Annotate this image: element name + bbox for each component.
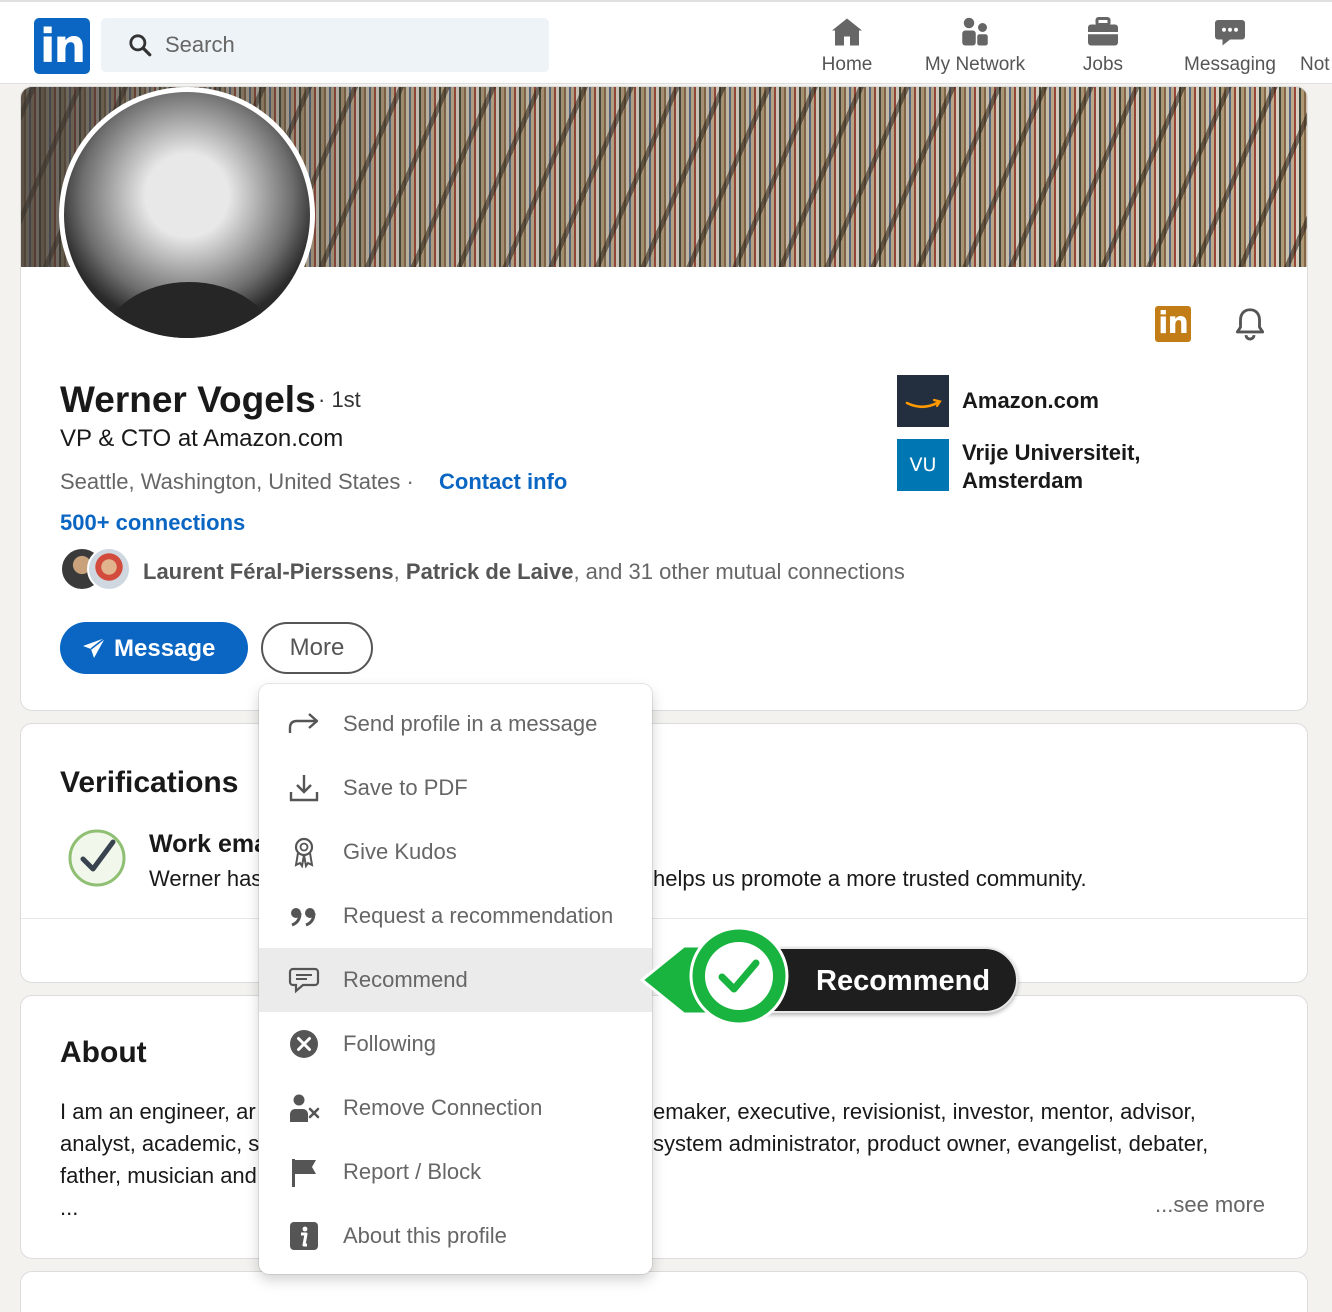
menu-item-request-recommendation[interactable]: Request a recommendation: [259, 884, 652, 948]
search-icon: [129, 34, 152, 57]
about-line: system administrator, product owner, eva…: [653, 1131, 1209, 1156]
callout-label: Recommend: [816, 965, 991, 997]
nav-home-label: Home: [821, 54, 873, 75]
top-navigation: in Home My Network Jobs Messaging Not: [0, 0, 1332, 84]
about-line: emaker, executive, revisionist, investor…: [653, 1099, 1196, 1124]
bell-icon: [1300, 14, 1332, 50]
about-text-left: I am an engineer, ar analyst, academic, …: [60, 1096, 259, 1224]
about-line: analyst, academic, s: [60, 1131, 260, 1156]
company-name: Amazon.com: [962, 388, 1099, 413]
callout-checkmark-icon: [689, 926, 789, 1026]
menu-item-label: Remove Connection: [343, 1095, 543, 1120]
network-icon: [962, 17, 988, 46]
nav-jobs-label: Jobs: [1082, 54, 1124, 75]
profile-location: Seattle, Washington, United States ·: [60, 469, 414, 494]
nav-home[interactable]: Home: [816, 14, 878, 80]
about-line: father, musician and: [60, 1163, 257, 1188]
menu-item-give-kudos[interactable]: Give Kudos: [259, 820, 652, 884]
menu-item-remove-connection[interactable]: Remove Connection: [259, 1076, 652, 1140]
vu-logo-icon: VU: [897, 439, 949, 491]
nav-jobs[interactable]: Jobs: [1076, 14, 1130, 80]
menu-item-save-pdf[interactable]: Save to PDF: [259, 756, 652, 820]
about-text-right: emaker, executive, revisionist, investor…: [653, 1096, 1208, 1160]
search-input[interactable]: [165, 30, 525, 60]
menu-item-send-profile[interactable]: Send profile in a message: [259, 692, 652, 756]
award-icon: [294, 837, 314, 868]
contact-info-link[interactable]: Contact info: [439, 469, 567, 495]
profile-photo-image: [64, 92, 310, 338]
nav-my-network-label: My Network: [924, 54, 1026, 75]
mutual-separator: ,: [393, 559, 406, 584]
menu-item-about-profile[interactable]: About this profile: [259, 1204, 652, 1268]
remove-person-icon: [290, 1094, 320, 1122]
mutual-connection-name-1: Laurent Féral-Pierssens: [143, 559, 394, 584]
profile-photo[interactable]: [59, 87, 315, 343]
profile-card: in Werner Vogels · 1st VP & CTO at Amazo…: [20, 86, 1308, 711]
premium-badge-icon[interactable]: in: [1155, 306, 1191, 342]
search-box[interactable]: [101, 18, 549, 72]
nav-notifications[interactable]: Not: [1300, 14, 1332, 80]
profile-headline: VP & CTO at Amazon.com: [60, 425, 344, 452]
quote-icon: [291, 908, 316, 927]
menu-item-label: Following: [343, 1031, 436, 1056]
verifications-title: Verifications: [60, 766, 239, 799]
info-icon: [290, 1222, 318, 1250]
connection-degree: · 1st: [318, 387, 361, 412]
download-icon: [289, 775, 319, 802]
send-icon: [83, 637, 106, 658]
message-button-label: Message: [114, 635, 216, 662]
verification-item-title: Work ema: [149, 830, 269, 858]
menu-item-label: Request a recommendation: [343, 903, 614, 928]
next-card: [20, 1271, 1308, 1312]
nav-messaging[interactable]: Messaging: [1180, 14, 1280, 80]
about-line: ...: [60, 1195, 79, 1220]
nav-messaging-label: Messaging: [1184, 54, 1276, 75]
connections-link[interactable]: 500+ connections: [60, 510, 245, 536]
x-circle-icon: [290, 1030, 318, 1058]
menu-item-label: Give Kudos: [343, 839, 457, 864]
speech-bubble-icon: [288, 967, 320, 994]
menu-item-label: Save to PDF: [343, 775, 468, 800]
mutual-avatar-2[interactable]: [87, 547, 131, 591]
mutual-connections-rest: , and 31 other mutual connections: [573, 559, 905, 584]
about-card: About I am an engineer, ar analyst, acad…: [20, 995, 1308, 1259]
about-title: About: [60, 1036, 147, 1069]
menu-item-label: About this profile: [343, 1223, 507, 1248]
messaging-icon: [1215, 20, 1245, 46]
school-name-line-2: Amsterdam: [962, 468, 1084, 493]
mutual-connection-name-2: Patrick de Laive: [405, 559, 574, 584]
home-icon: [832, 18, 862, 46]
verification-desc-right: helps us promote a more trusted communit…: [653, 866, 1087, 891]
menu-item-label: Report / Block: [343, 1159, 482, 1184]
more-dropdown-menu: Send profile in a message Save to PDF Gi…: [259, 684, 652, 1274]
profile-name: Werner Vogels: [60, 379, 316, 420]
mutual-connections-text[interactable]: Laurent Féral-Pierssens, Patrick de Laiv…: [143, 559, 905, 585]
see-more-link[interactable]: ...see more: [1155, 1192, 1265, 1218]
nav-my-network[interactable]: My Network: [918, 14, 1032, 80]
menu-item-following[interactable]: Following: [259, 1012, 652, 1076]
share-arrow-icon: [288, 713, 319, 733]
verification-desc-left: Werner has: [149, 866, 263, 891]
menu-item-report-block[interactable]: Report / Block: [259, 1140, 652, 1204]
about-line: I am an engineer, ar: [60, 1099, 256, 1124]
bell-icon[interactable]: [1231, 305, 1269, 343]
menu-item-recommend[interactable]: Recommend: [259, 948, 652, 1012]
section-divider: [21, 918, 1307, 919]
menu-item-label: Send profile in a message: [343, 711, 598, 736]
school-name-line-1: Vrije Universiteit,: [962, 440, 1141, 465]
message-button[interactable]: Message: [60, 622, 248, 674]
verified-check-icon: [68, 829, 126, 887]
nav-notifications-label: Not: [1300, 54, 1330, 75]
more-button[interactable]: More: [261, 622, 373, 674]
linkedin-logo[interactable]: in: [34, 18, 90, 74]
menu-item-label: Recommend: [343, 967, 468, 992]
briefcase-icon: [1088, 17, 1118, 46]
flag-icon: [292, 1159, 316, 1187]
amazon-logo-icon: [897, 375, 949, 427]
